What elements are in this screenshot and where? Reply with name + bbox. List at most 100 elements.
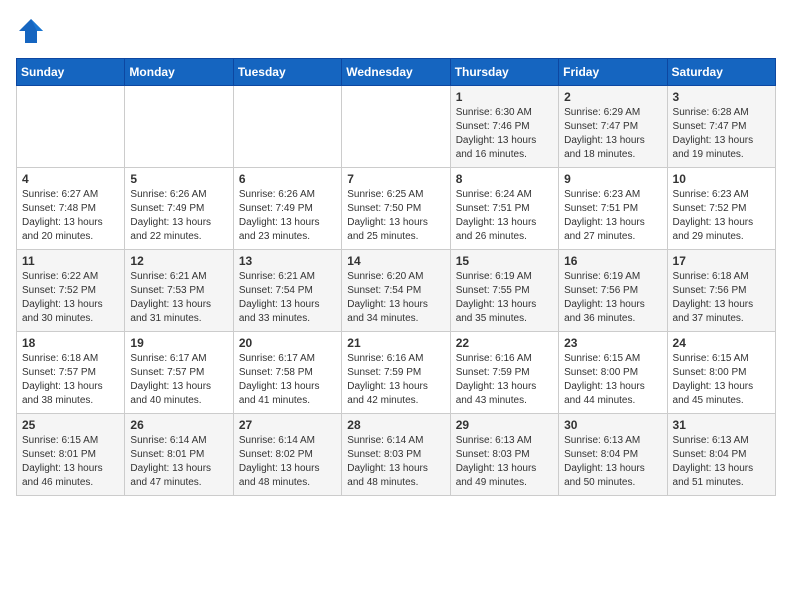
day-number: 22 — [456, 336, 553, 350]
calendar-cell: 15 Sunrise: 6:19 AM Sunset: 7:55 PM Dayli… — [450, 250, 558, 332]
day-info: Sunrise: 6:30 AM Sunset: 7:46 PM Dayligh… — [456, 106, 553, 162]
calendar-week-2: 4Sunrise: 6:27 AM Sunset: 7:48 PM Daylig… — [17, 168, 776, 250]
calendar-cell: 8 Sunrise: 6:24 AM Sunset: 7:51 PM Daylig… — [450, 168, 558, 250]
day-info: Sunrise: 6:15 AM Sunset: 8:00 PM Dayligh… — [564, 352, 661, 408]
calendar-cell: 21 Sunrise: 6:16 AM Sunset: 7:59 PM Dayli… — [342, 332, 450, 414]
calendar-cell: 3 Sunrise: 6:28 AM Sunset: 7:47 PM Daylig… — [667, 86, 775, 168]
day-number: 3 — [673, 90, 770, 104]
calendar-cell: 23Sunrise: 6:15 AM Sunset: 8:00 PM Dayli… — [559, 332, 667, 414]
calendar-cell: 5 Sunrise: 6:26 AM Sunset: 7:49 PM Daylig… — [125, 168, 233, 250]
calendar-cell: 1 Sunrise: 6:30 AM Sunset: 7:46 PM Daylig… — [450, 86, 558, 168]
calendar-week-3: 11Sunrise: 6:22 AM Sunset: 7:52 PM Dayli… — [17, 250, 776, 332]
day-info: Sunrise: 6:22 AM Sunset: 7:52 PM Dayligh… — [22, 270, 119, 326]
header-saturday: Saturday — [667, 59, 775, 86]
day-number: 2 — [564, 90, 661, 104]
calendar-cell: 16 Sunrise: 6:19 AM Sunset: 7:56 PM Dayli… — [559, 250, 667, 332]
calendar-header-row: SundayMondayTuesdayWednesdayThursdayFrid… — [17, 59, 776, 86]
day-number: 9 — [564, 172, 661, 186]
day-number: 8 — [456, 172, 553, 186]
day-info: Sunrise: 6:14 AM Sunset: 8:02 PM Dayligh… — [239, 434, 336, 490]
day-info: Sunrise: 6:23 AM Sunset: 7:51 PM Dayligh… — [564, 188, 661, 244]
calendar-cell — [125, 86, 233, 168]
day-info: Sunrise: 6:21 AM Sunset: 7:54 PM Dayligh… — [239, 270, 336, 326]
day-number: 26 — [130, 418, 227, 432]
day-number: 20 — [239, 336, 336, 350]
day-number: 1 — [456, 90, 553, 104]
day-info: Sunrise: 6:16 AM Sunset: 7:59 PM Dayligh… — [456, 352, 553, 408]
day-number: 5 — [130, 172, 227, 186]
logo — [16, 16, 52, 46]
day-info: Sunrise: 6:19 AM Sunset: 7:56 PM Dayligh… — [564, 270, 661, 326]
day-info: Sunrise: 6:18 AM Sunset: 7:56 PM Dayligh… — [673, 270, 770, 326]
day-info: Sunrise: 6:24 AM Sunset: 7:51 PM Dayligh… — [456, 188, 553, 244]
calendar-cell: 25 Sunrise: 6:15 AM Sunset: 8:01 PM Dayli… — [17, 414, 125, 496]
day-info: Sunrise: 6:20 AM Sunset: 7:54 PM Dayligh… — [347, 270, 444, 326]
day-number: 19 — [130, 336, 227, 350]
calendar-table: SundayMondayTuesdayWednesdayThursdayFrid… — [16, 58, 776, 496]
day-info: Sunrise: 6:25 AM Sunset: 7:50 PM Dayligh… — [347, 188, 444, 244]
calendar-cell: 18 Sunrise: 6:18 AM Sunset: 7:57 PM Dayli… — [17, 332, 125, 414]
header-sunday: Sunday — [17, 59, 125, 86]
header-wednesday: Wednesday — [342, 59, 450, 86]
day-info: Sunrise: 6:13 AM Sunset: 8:04 PM Dayligh… — [564, 434, 661, 490]
day-info: Sunrise: 6:21 AM Sunset: 7:53 PM Dayligh… — [130, 270, 227, 326]
calendar-cell: 29Sunrise: 6:13 AM Sunset: 8:03 PM Dayli… — [450, 414, 558, 496]
day-number: 24 — [673, 336, 770, 350]
day-number: 14 — [347, 254, 444, 268]
day-number: 6 — [239, 172, 336, 186]
day-info: Sunrise: 6:23 AM Sunset: 7:52 PM Dayligh… — [673, 188, 770, 244]
day-info: Sunrise: 6:15 AM Sunset: 8:00 PM Dayligh… — [673, 352, 770, 408]
calendar-cell — [233, 86, 341, 168]
calendar-cell: 30 Sunrise: 6:13 AM Sunset: 8:04 PM Dayli… — [559, 414, 667, 496]
day-number: 27 — [239, 418, 336, 432]
calendar-cell: 31 Sunrise: 6:13 AM Sunset: 8:04 PM Dayli… — [667, 414, 775, 496]
calendar-week-4: 18 Sunrise: 6:18 AM Sunset: 7:57 PM Dayli… — [17, 332, 776, 414]
calendar-week-5: 25 Sunrise: 6:15 AM Sunset: 8:01 PM Dayli… — [17, 414, 776, 496]
calendar-cell: 19 Sunrise: 6:17 AM Sunset: 7:57 PM Dayli… — [125, 332, 233, 414]
day-number: 10 — [673, 172, 770, 186]
day-info: Sunrise: 6:29 AM Sunset: 7:47 PM Dayligh… — [564, 106, 661, 162]
calendar-cell: 10 Sunrise: 6:23 AM Sunset: 7:52 PM Dayli… — [667, 168, 775, 250]
day-number: 12 — [130, 254, 227, 268]
day-number: 28 — [347, 418, 444, 432]
day-info: Sunrise: 6:13 AM Sunset: 8:04 PM Dayligh… — [673, 434, 770, 490]
calendar-cell — [342, 86, 450, 168]
calendar-cell: 2 Sunrise: 6:29 AM Sunset: 7:47 PM Daylig… — [559, 86, 667, 168]
day-info: Sunrise: 6:13 AM Sunset: 8:03 PM Dayligh… — [456, 434, 553, 490]
calendar-cell: 4Sunrise: 6:27 AM Sunset: 7:48 PM Daylig… — [17, 168, 125, 250]
day-number: 18 — [22, 336, 119, 350]
day-info: Sunrise: 6:14 AM Sunset: 8:03 PM Dayligh… — [347, 434, 444, 490]
day-info: Sunrise: 6:27 AM Sunset: 7:48 PM Dayligh… — [22, 188, 119, 244]
day-info: Sunrise: 6:15 AM Sunset: 8:01 PM Dayligh… — [22, 434, 119, 490]
day-number: 15 — [456, 254, 553, 268]
day-info: Sunrise: 6:16 AM Sunset: 7:59 PM Dayligh… — [347, 352, 444, 408]
calendar-week-1: 1 Sunrise: 6:30 AM Sunset: 7:46 PM Daylig… — [17, 86, 776, 168]
day-info: Sunrise: 6:19 AM Sunset: 7:55 PM Dayligh… — [456, 270, 553, 326]
calendar-cell: 11Sunrise: 6:22 AM Sunset: 7:52 PM Dayli… — [17, 250, 125, 332]
calendar-cell: 27 Sunrise: 6:14 AM Sunset: 8:02 PM Dayli… — [233, 414, 341, 496]
day-number: 7 — [347, 172, 444, 186]
day-number: 13 — [239, 254, 336, 268]
day-number: 17 — [673, 254, 770, 268]
calendar-cell: 6 Sunrise: 6:26 AM Sunset: 7:49 PM Daylig… — [233, 168, 341, 250]
header-tuesday: Tuesday — [233, 59, 341, 86]
calendar-cell: 9 Sunrise: 6:23 AM Sunset: 7:51 PM Daylig… — [559, 168, 667, 250]
day-info: Sunrise: 6:17 AM Sunset: 7:58 PM Dayligh… — [239, 352, 336, 408]
logo-icon — [16, 16, 46, 46]
calendar-cell: 20 Sunrise: 6:17 AM Sunset: 7:58 PM Dayli… — [233, 332, 341, 414]
day-number: 16 — [564, 254, 661, 268]
calendar-cell: 7 Sunrise: 6:25 AM Sunset: 7:50 PM Daylig… — [342, 168, 450, 250]
day-number: 30 — [564, 418, 661, 432]
day-info: Sunrise: 6:17 AM Sunset: 7:57 PM Dayligh… — [130, 352, 227, 408]
calendar-cell — [17, 86, 125, 168]
calendar-cell: 13 Sunrise: 6:21 AM Sunset: 7:54 PM Dayli… — [233, 250, 341, 332]
day-info: Sunrise: 6:26 AM Sunset: 7:49 PM Dayligh… — [239, 188, 336, 244]
day-info: Sunrise: 6:18 AM Sunset: 7:57 PM Dayligh… — [22, 352, 119, 408]
page-header — [16, 16, 776, 46]
calendar-cell: 22 Sunrise: 6:16 AM Sunset: 7:59 PM Dayli… — [450, 332, 558, 414]
day-number: 25 — [22, 418, 119, 432]
day-number: 21 — [347, 336, 444, 350]
day-number: 31 — [673, 418, 770, 432]
day-info: Sunrise: 6:28 AM Sunset: 7:47 PM Dayligh… — [673, 106, 770, 162]
day-info: Sunrise: 6:26 AM Sunset: 7:49 PM Dayligh… — [130, 188, 227, 244]
